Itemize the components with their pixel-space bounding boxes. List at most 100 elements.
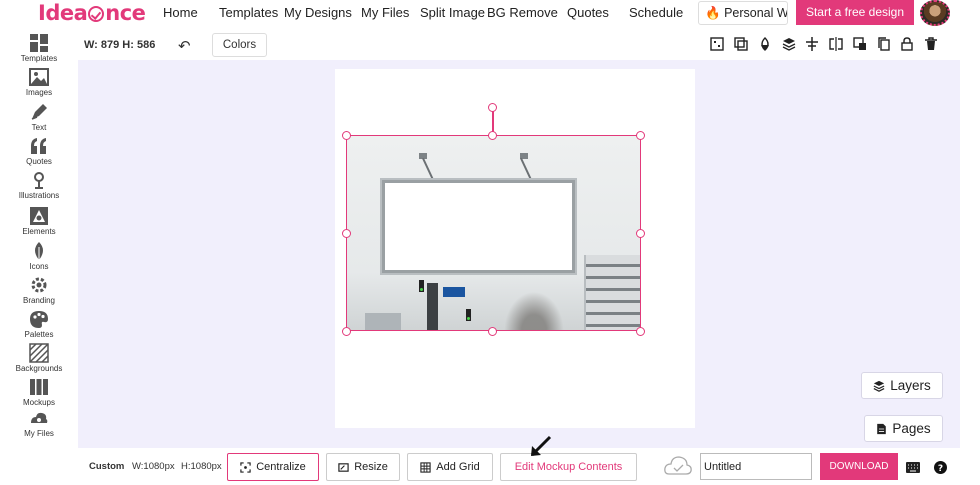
nav-my-designs[interactable]: My Designs: [284, 5, 352, 20]
sidebar-item-label: Icons: [29, 262, 49, 271]
my-files-icon: [31, 412, 48, 423]
selection-box: [346, 135, 641, 331]
sidebar-item-label: Quotes: [26, 157, 52, 166]
pen-icon: [31, 104, 47, 120]
sidebar-item-label: Mockups: [22, 398, 55, 407]
sidebar-item-label: Text: [31, 123, 47, 132]
logo-check-circle-icon: [88, 6, 105, 22]
resize-handle-bottom-left[interactable]: [342, 327, 351, 336]
annotation-arrow-icon: [530, 435, 552, 457]
sidebar-item-branding[interactable]: Branding: [0, 275, 78, 305]
resize-handle-bottom-right[interactable]: [636, 327, 645, 336]
canvas-dimensions: W: 879 H: 586: [84, 39, 156, 51]
resize-handle-top-right[interactable]: [636, 131, 645, 140]
sidebar-item-label: Illustrations: [18, 191, 60, 200]
sidebar-item-label: Backgrounds: [15, 364, 63, 373]
fire-icon: 🔥: [705, 6, 721, 20]
sidebar-item-label: Templates: [20, 54, 58, 63]
sidebar-item-backgrounds[interactable]: Backgrounds: [0, 343, 78, 373]
svg-text:?: ?: [938, 464, 943, 474]
colors-button[interactable]: Colors: [212, 33, 267, 57]
design-title-input[interactable]: [700, 453, 812, 480]
sidebar-item-text[interactable]: Text: [0, 102, 78, 132]
sidebar-item-label: Palettes: [24, 330, 54, 339]
delete-icon[interactable]: [924, 37, 938, 51]
height-value: H:1080px: [181, 461, 222, 472]
quotes-icon: [31, 138, 46, 154]
nav-my-files[interactable]: My Files: [361, 5, 409, 20]
align-icon[interactable]: [805, 37, 819, 51]
lock-icon[interactable]: [900, 37, 914, 51]
mockups-icon: [30, 379, 48, 395]
palette-icon: [30, 311, 48, 328]
keyboard-icon[interactable]: [906, 462, 920, 473]
rotate-handle[interactable]: [488, 103, 497, 112]
illustration-icon: [34, 172, 44, 189]
transparency-icon[interactable]: [710, 37, 724, 51]
user-avatar[interactable]: [920, 0, 950, 26]
backgrounds-icon: [29, 343, 49, 363]
size-preset-label: Custom: [89, 461, 125, 472]
start-free-design-button[interactable]: Start a free design: [796, 0, 914, 25]
nav-split-image[interactable]: Split Image: [420, 5, 485, 20]
editor-toolbar: W: 879 H: 586 ↶ Colors: [78, 30, 978, 60]
workspace-selector[interactable]: 🔥 Personal W...: [698, 1, 788, 25]
page-icon: [877, 423, 887, 434]
edit-mockup-contents-button[interactable]: Edit Mockup Contents: [500, 453, 637, 481]
copy-icon[interactable]: [877, 37, 891, 51]
pages-button[interactable]: Pages: [864, 415, 943, 442]
resize-handle-top-left[interactable]: [342, 131, 351, 140]
gear-icon: [31, 277, 47, 293]
elements-icon: [30, 207, 48, 225]
cloud-save-icon[interactable]: [663, 454, 693, 478]
sidebar-item-quotes[interactable]: Quotes: [0, 136, 78, 166]
sidebar-item-my-files[interactable]: My Files: [0, 408, 78, 438]
help-icon[interactable]: ?: [934, 461, 947, 474]
nav-bg-remove[interactable]: BG Remove: [487, 5, 558, 20]
resize-handle-top[interactable]: [488, 131, 497, 140]
flip-vertical-icon[interactable]: [853, 37, 867, 51]
ideaonce-logo[interactable]: Idea nce: [38, 1, 146, 25]
centralize-icon: [240, 461, 251, 473]
grid-icon: [420, 461, 431, 473]
opacity-icon[interactable]: [758, 37, 772, 51]
sidebar-item-label: Branding: [22, 296, 56, 305]
nav-quotes[interactable]: Quotes: [567, 5, 609, 20]
resize-handle-bottom[interactable]: [488, 327, 497, 336]
resize-handle-right[interactable]: [636, 229, 645, 238]
sidebar-item-label: Elements: [22, 227, 56, 236]
sidebar-item-label: Images: [25, 88, 53, 97]
sidebar-item-elements[interactable]: Elements: [0, 206, 78, 236]
sidebar-item-icons[interactable]: Icons: [0, 241, 78, 271]
layers-button[interactable]: Layers: [861, 372, 943, 399]
resize-handle-left[interactable]: [342, 229, 351, 238]
add-grid-button[interactable]: Add Grid: [407, 453, 493, 481]
sidebar-item-images[interactable]: Images: [0, 67, 78, 97]
images-icon: [29, 68, 49, 86]
canvas-workspace[interactable]: Layers Pages: [78, 60, 960, 448]
layers-icon: [873, 380, 885, 392]
undo-icon[interactable]: ↶: [178, 37, 191, 55]
left-sidebar: Templates Images Text Quotes Illustratio…: [0, 30, 78, 485]
centralize-button[interactable]: Centralize: [227, 453, 319, 481]
nav-home[interactable]: Home: [163, 5, 198, 20]
sidebar-item-templates[interactable]: Templates: [0, 33, 78, 63]
sidebar-item-mockups[interactable]: Mockups: [0, 377, 78, 407]
layers-stack-icon[interactable]: [782, 37, 796, 51]
sidebar-item-label: My Files: [24, 429, 54, 438]
resize-icon: [338, 462, 349, 472]
flip-horizontal-icon[interactable]: [829, 37, 843, 51]
design-page[interactable]: [335, 69, 695, 428]
width-value: W:1080px: [132, 461, 175, 472]
sidebar-item-illustrations[interactable]: Illustrations: [0, 170, 78, 200]
nav-schedule[interactable]: Schedule: [629, 5, 683, 20]
download-button[interactable]: DOWNLOAD: [820, 453, 898, 480]
sidebar-item-palettes[interactable]: Palettes: [0, 309, 78, 339]
top-navigation-bar: Idea nce Home Templates My Designs My Fil…: [0, 0, 980, 30]
bottom-bar: Custom W:1080px H:1080px Centralize Resi…: [78, 448, 978, 485]
resize-button[interactable]: Resize: [326, 453, 400, 481]
leaf-icon: [35, 242, 43, 260]
duplicate-layer-icon[interactable]: [734, 37, 748, 51]
templates-icon: [30, 34, 48, 52]
nav-templates[interactable]: Templates: [219, 5, 278, 20]
